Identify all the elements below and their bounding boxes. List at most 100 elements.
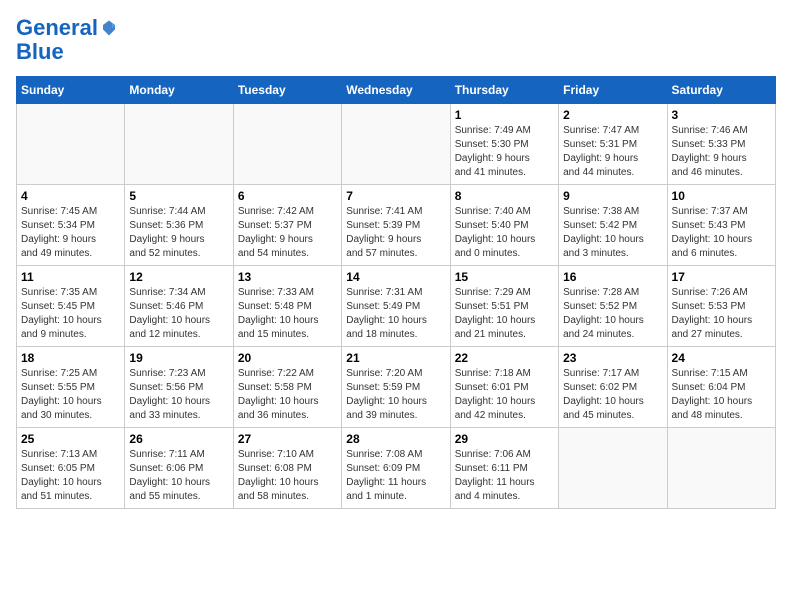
logo-icon: [100, 19, 118, 37]
day-info: Sunrise: 7:33 AM Sunset: 5:48 PM Dayligh…: [238, 286, 337, 342]
calendar-cell: 16 Sunrise: 7:28 AM Sunset: 5:52 PM Dayli…: [559, 266, 667, 347]
col-header-monday: Monday: [125, 77, 233, 104]
day-info: Sunrise: 7:28 AM Sunset: 5:52 PM Dayligh…: [563, 286, 662, 342]
logo-text-blue: Blue: [16, 40, 64, 64]
day-info: Sunrise: 7:11 AM Sunset: 6:06 PM Dayligh…: [129, 448, 228, 504]
calendar-cell: 8 Sunrise: 7:40 AM Sunset: 5:40 PM Daylig…: [450, 185, 558, 266]
header-row: SundayMondayTuesdayWednesdayThursdayFrid…: [17, 77, 776, 104]
calendar-cell: [342, 104, 450, 185]
page-header: General Blue: [16, 16, 776, 64]
day-info: Sunrise: 7:08 AM Sunset: 6:09 PM Dayligh…: [346, 448, 445, 504]
day-number: 19: [129, 351, 228, 365]
calendar-cell: 3Sunrise: 7:46 AM Sunset: 5:33 PM Daylig…: [667, 104, 775, 185]
calendar-cell: 2 Sunrise: 7:47 AM Sunset: 5:31 PM Daylig…: [559, 104, 667, 185]
col-header-friday: Friday: [559, 77, 667, 104]
col-header-sunday: Sunday: [17, 77, 125, 104]
day-info: Sunrise: 7:44 AM Sunset: 5:36 PM Dayligh…: [129, 205, 228, 261]
col-header-saturday: Saturday: [667, 77, 775, 104]
day-number: 22: [455, 351, 554, 365]
day-number: 14: [346, 270, 445, 284]
day-info: Sunrise: 7:31 AM Sunset: 5:49 PM Dayligh…: [346, 286, 445, 342]
day-number: 8: [455, 189, 554, 203]
calendar-cell: 22 Sunrise: 7:18 AM Sunset: 6:01 PM Dayli…: [450, 347, 558, 428]
day-number: 11: [21, 270, 120, 284]
day-info: Sunrise: 7:45 AM Sunset: 5:34 PM Dayligh…: [21, 205, 120, 261]
logo: General Blue: [16, 16, 118, 64]
day-number: 2: [563, 108, 662, 122]
calendar-cell: 26 Sunrise: 7:11 AM Sunset: 6:06 PM Dayli…: [125, 428, 233, 509]
calendar-cell: 23Sunrise: 7:17 AM Sunset: 6:02 PM Dayli…: [559, 347, 667, 428]
day-number: 27: [238, 432, 337, 446]
day-info: Sunrise: 7:42 AM Sunset: 5:37 PM Dayligh…: [238, 205, 337, 261]
day-number: 21: [346, 351, 445, 365]
day-info: Sunrise: 7:38 AM Sunset: 5:42 PM Dayligh…: [563, 205, 662, 261]
calendar-cell: 20 Sunrise: 7:22 AM Sunset: 5:58 PM Dayli…: [233, 347, 341, 428]
day-info: Sunrise: 7:35 AM Sunset: 5:45 PM Dayligh…: [21, 286, 120, 342]
day-number: 9: [563, 189, 662, 203]
calendar-table: SundayMondayTuesdayWednesdayThursdayFrid…: [16, 76, 776, 509]
col-header-tuesday: Tuesday: [233, 77, 341, 104]
calendar-cell: [233, 104, 341, 185]
calendar-cell: 17 Sunrise: 7:26 AM Sunset: 5:53 PM Dayli…: [667, 266, 775, 347]
day-info: Sunrise: 7:37 AM Sunset: 5:43 PM Dayligh…: [672, 205, 771, 261]
calendar-cell: 11 Sunrise: 7:35 AM Sunset: 5:45 PM Dayli…: [17, 266, 125, 347]
day-number: 17: [672, 270, 771, 284]
day-info: Sunrise: 7:49 AM Sunset: 5:30 PM Dayligh…: [455, 124, 554, 180]
day-info: Sunrise: 7:13 AM Sunset: 6:05 PM Dayligh…: [21, 448, 120, 504]
day-number: 5: [129, 189, 228, 203]
calendar-cell: 29 Sunrise: 7:06 AM Sunset: 6:11 PM Dayli…: [450, 428, 558, 509]
calendar-cell: 13 Sunrise: 7:33 AM Sunset: 5:48 PM Dayli…: [233, 266, 341, 347]
day-number: 4: [21, 189, 120, 203]
day-number: 24: [672, 351, 771, 365]
calendar-cell: [17, 104, 125, 185]
day-info: Sunrise: 7:34 AM Sunset: 5:46 PM Dayligh…: [129, 286, 228, 342]
col-header-wednesday: Wednesday: [342, 77, 450, 104]
day-number: 26: [129, 432, 228, 446]
day-info: Sunrise: 7:41 AM Sunset: 5:39 PM Dayligh…: [346, 205, 445, 261]
calendar-cell: [125, 104, 233, 185]
calendar-cell: 27 Sunrise: 7:10 AM Sunset: 6:08 PM Dayli…: [233, 428, 341, 509]
calendar-cell: 21 Sunrise: 7:20 AM Sunset: 5:59 PM Dayli…: [342, 347, 450, 428]
week-row-4: 18Sunrise: 7:25 AM Sunset: 5:55 PM Dayli…: [17, 347, 776, 428]
day-info: Sunrise: 7:46 AM Sunset: 5:33 PM Dayligh…: [672, 124, 771, 180]
day-number: 13: [238, 270, 337, 284]
logo-text: General: [16, 16, 98, 40]
week-row-2: 4 Sunrise: 7:45 AM Sunset: 5:34 PM Daylig…: [17, 185, 776, 266]
calendar-cell: 24 Sunrise: 7:15 AM Sunset: 6:04 PM Dayli…: [667, 347, 775, 428]
day-number: 6: [238, 189, 337, 203]
day-number: 20: [238, 351, 337, 365]
calendar-cell: 15Sunrise: 7:29 AM Sunset: 5:51 PM Dayli…: [450, 266, 558, 347]
day-number: 25: [21, 432, 120, 446]
calendar-cell: 7 Sunrise: 7:41 AM Sunset: 5:39 PM Daylig…: [342, 185, 450, 266]
day-info: Sunrise: 7:47 AM Sunset: 5:31 PM Dayligh…: [563, 124, 662, 180]
day-number: 12: [129, 270, 228, 284]
calendar-cell: 4 Sunrise: 7:45 AM Sunset: 5:34 PM Daylig…: [17, 185, 125, 266]
calendar-cell: [667, 428, 775, 509]
calendar-cell: 18Sunrise: 7:25 AM Sunset: 5:55 PM Dayli…: [17, 347, 125, 428]
calendar-cell: 9 Sunrise: 7:38 AM Sunset: 5:42 PM Daylig…: [559, 185, 667, 266]
day-info: Sunrise: 7:23 AM Sunset: 5:56 PM Dayligh…: [129, 367, 228, 423]
calendar-cell: 10 Sunrise: 7:37 AM Sunset: 5:43 PM Dayli…: [667, 185, 775, 266]
day-info: Sunrise: 7:20 AM Sunset: 5:59 PM Dayligh…: [346, 367, 445, 423]
day-info: Sunrise: 7:29 AM Sunset: 5:51 PM Dayligh…: [455, 286, 554, 342]
calendar-cell: 28Sunrise: 7:08 AM Sunset: 6:09 PM Dayli…: [342, 428, 450, 509]
calendar-cell: [559, 428, 667, 509]
day-number: 7: [346, 189, 445, 203]
calendar-cell: 14 Sunrise: 7:31 AM Sunset: 5:49 PM Dayli…: [342, 266, 450, 347]
day-info: Sunrise: 7:10 AM Sunset: 6:08 PM Dayligh…: [238, 448, 337, 504]
day-number: 18: [21, 351, 120, 365]
day-info: Sunrise: 7:26 AM Sunset: 5:53 PM Dayligh…: [672, 286, 771, 342]
col-header-thursday: Thursday: [450, 77, 558, 104]
day-info: Sunrise: 7:40 AM Sunset: 5:40 PM Dayligh…: [455, 205, 554, 261]
day-info: Sunrise: 7:15 AM Sunset: 6:04 PM Dayligh…: [672, 367, 771, 423]
day-number: 29: [455, 432, 554, 446]
calendar-cell: 1Sunrise: 7:49 AM Sunset: 5:30 PM Daylig…: [450, 104, 558, 185]
day-info: Sunrise: 7:17 AM Sunset: 6:02 PM Dayligh…: [563, 367, 662, 423]
calendar-cell: 6 Sunrise: 7:42 AM Sunset: 5:37 PM Daylig…: [233, 185, 341, 266]
day-info: Sunrise: 7:22 AM Sunset: 5:58 PM Dayligh…: [238, 367, 337, 423]
day-number: 16: [563, 270, 662, 284]
day-info: Sunrise: 7:06 AM Sunset: 6:11 PM Dayligh…: [455, 448, 554, 504]
day-info: Sunrise: 7:18 AM Sunset: 6:01 PM Dayligh…: [455, 367, 554, 423]
calendar-cell: 25 Sunrise: 7:13 AM Sunset: 6:05 PM Dayli…: [17, 428, 125, 509]
day-number: 10: [672, 189, 771, 203]
